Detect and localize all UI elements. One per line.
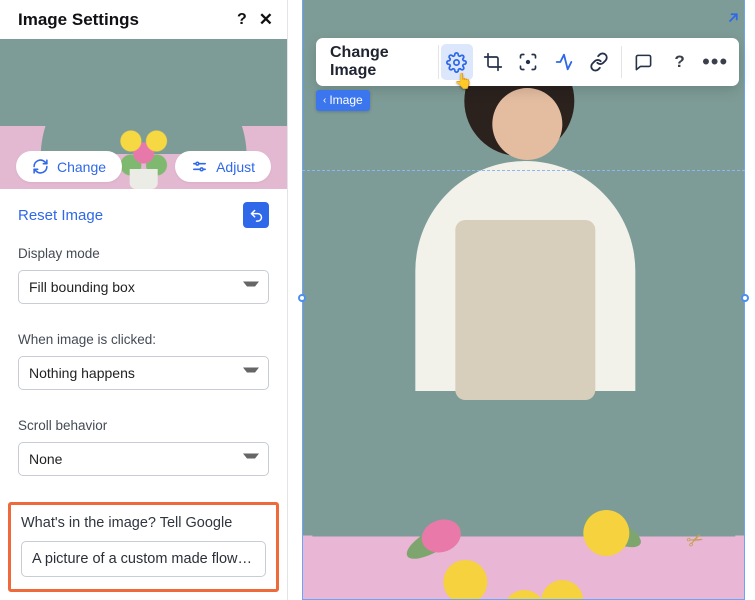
focal-point-icon[interactable] — [512, 44, 544, 80]
display-mode-select-wrap: Fill bounding box — [18, 270, 269, 304]
reset-image-link[interactable]: Reset Image — [18, 207, 103, 224]
person-apron — [456, 220, 596, 400]
adjust-button[interactable]: Adjust — [175, 151, 271, 182]
adjust-button-label: Adjust — [216, 159, 255, 175]
help-icon[interactable]: ? — [237, 11, 247, 29]
refresh-icon — [32, 158, 49, 175]
header-buttons: ? ✕ — [237, 10, 273, 30]
chevron-left-icon: ‹ — [323, 95, 326, 106]
image-preview: Change Adjust — [0, 39, 287, 189]
scroll-behavior-section: Scroll behavior None — [0, 410, 287, 496]
display-mode-section: Display mode Fill bounding box — [0, 238, 287, 324]
comment-icon[interactable] — [628, 44, 660, 80]
image-toolbar: Change Image ? ••• — [316, 38, 739, 86]
display-mode-label: Display mode — [18, 246, 269, 261]
image-settings-panel: Image Settings ? ✕ Change Adjust — [0, 0, 288, 600]
bouquet — [393, 490, 653, 599]
click-action-select[interactable]: Nothing happens — [18, 356, 269, 390]
dots-icon: ••• — [700, 49, 730, 75]
click-action-label: When image is clicked: — [18, 332, 269, 347]
scroll-behavior-select[interactable]: None — [18, 442, 269, 476]
panel-title: Image Settings — [18, 10, 139, 30]
image-content: ✂ — [303, 0, 744, 599]
scroll-behavior-label: Scroll behavior — [18, 418, 269, 433]
reset-row: Reset Image — [0, 189, 287, 238]
alt-text-label: What's in the image? Tell Google — [21, 515, 266, 531]
flower-yellow — [583, 510, 629, 556]
expand-icon[interactable] — [719, 10, 741, 32]
change-button[interactable]: Change — [16, 151, 122, 182]
element-type-label: Image — [329, 93, 362, 107]
undo-icon — [249, 208, 264, 223]
preview-action-bar: Change Adjust — [0, 144, 287, 189]
change-image-button[interactable]: Change Image — [322, 45, 439, 79]
alt-text-callout: What's in the image? Tell Google A pictu… — [8, 502, 279, 592]
link-icon[interactable] — [584, 44, 616, 80]
sliders-icon — [191, 158, 208, 175]
more-icon[interactable]: ••• — [699, 44, 731, 80]
change-button-label: Change — [57, 159, 106, 175]
image-arch — [312, 0, 735, 599]
crop-icon[interactable] — [477, 44, 509, 80]
selection-handle-right[interactable] — [741, 294, 749, 302]
editor-canvas: ✂ Change Image ? ••• — [288, 0, 755, 600]
undo-button[interactable] — [243, 202, 269, 228]
person-face — [493, 88, 563, 160]
element-type-tag[interactable]: ‹ Image — [316, 90, 370, 111]
close-icon[interactable]: ✕ — [259, 10, 273, 30]
panel-header: Image Settings ? ✕ — [0, 0, 287, 39]
toolbar-help-icon[interactable]: ? — [664, 44, 696, 80]
click-action-section: When image is clicked: Nothing happens — [0, 324, 287, 410]
flower-yellow — [443, 560, 487, 599]
display-mode-select[interactable]: Fill bounding box — [18, 270, 269, 304]
flower-yellow — [503, 590, 545, 599]
toolbar-separator — [621, 46, 622, 78]
alt-text-input[interactable]: A picture of a custom made flowe… — [21, 541, 266, 577]
cursor-pointer-icon: 👆 — [454, 72, 473, 90]
scroll-behavior-select-wrap: None — [18, 442, 269, 476]
animation-icon[interactable] — [548, 44, 580, 80]
click-action-select-wrap: Nothing happens — [18, 356, 269, 390]
guide-line — [302, 170, 745, 171]
flower-yellow — [541, 580, 583, 599]
selection-handle-left[interactable] — [298, 294, 306, 302]
